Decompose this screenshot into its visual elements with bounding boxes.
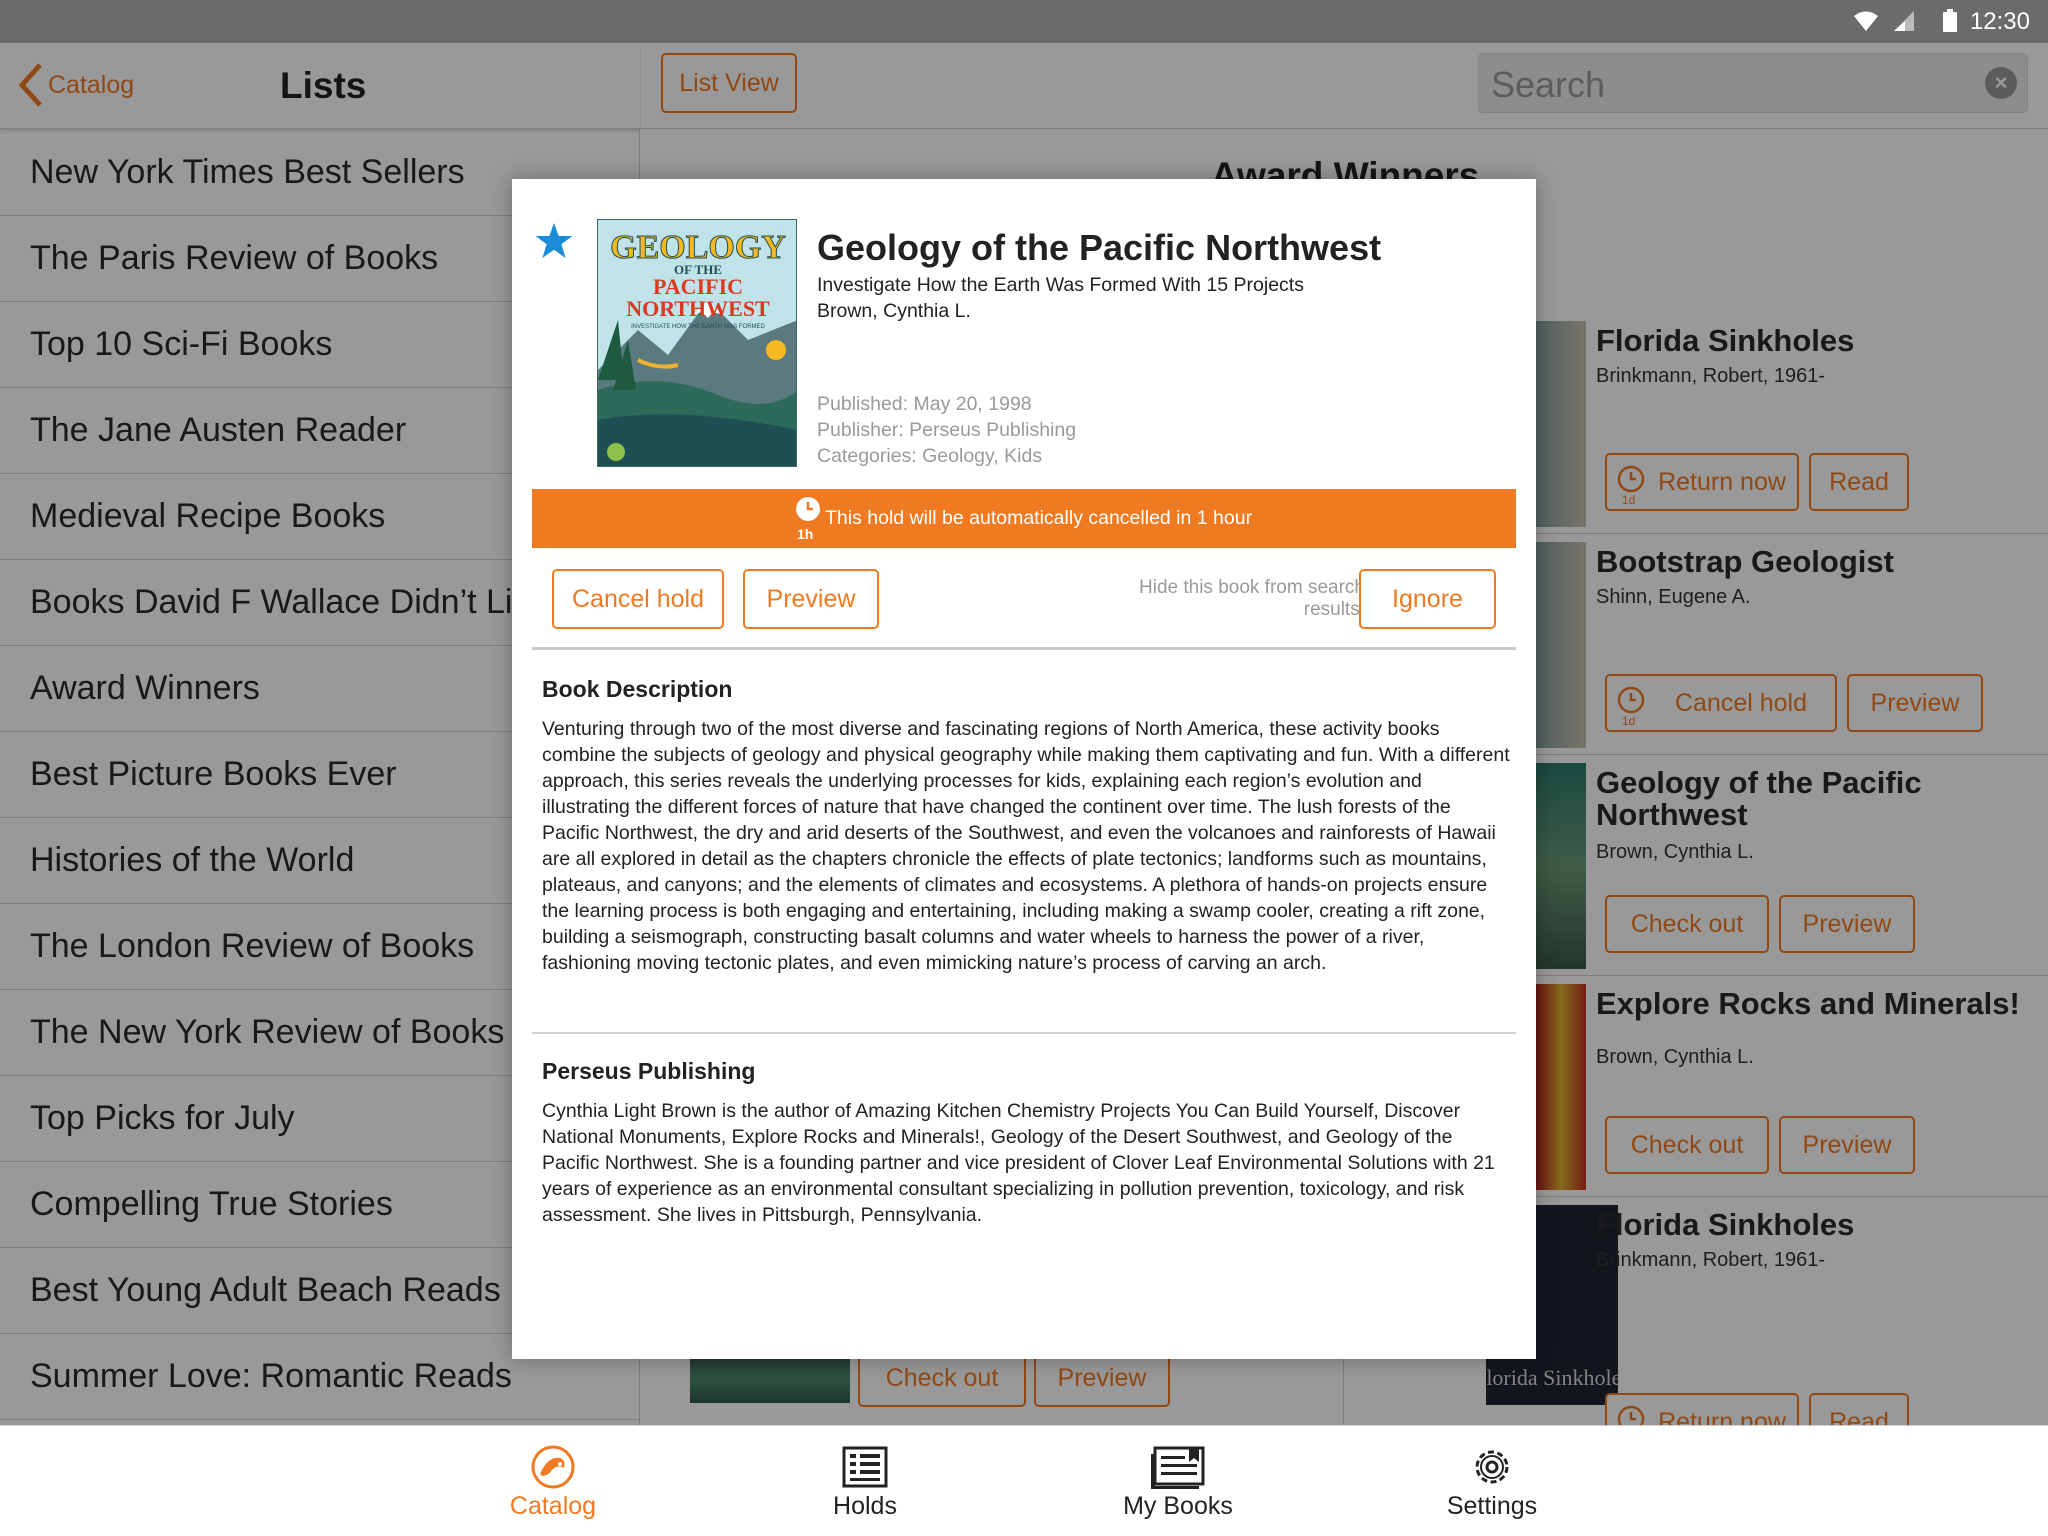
- nav-settings[interactable]: Settings: [1392, 1426, 1592, 1536]
- nav-label: Catalog: [509, 1492, 597, 1520]
- categories-info: Categories: Geology, Kids: [817, 445, 1043, 467]
- book-description: Venturing through two of the most divers…: [542, 718, 1510, 974]
- book-subtitle: Investigate How the Earth Was Formed Wit…: [817, 274, 1304, 296]
- divider: [532, 647, 1516, 650]
- book-cover: GEOLOGY OF THE PACIFIC NORTHWEST INVESTI…: [597, 219, 797, 467]
- book-detail-modal: GEOLOGY OF THE PACIFIC NORTHWEST INVESTI…: [512, 179, 1536, 1359]
- description-heading: Book Description: [542, 676, 733, 702]
- nav-label: Holds: [833, 1492, 897, 1520]
- publish-date: Published: May 20, 1998: [817, 393, 1032, 415]
- publisher-info: Publisher: Perseus Publishing: [817, 419, 1077, 441]
- publisher-description: Cynthia Light Brown is the author of Ama…: [542, 1100, 1495, 1226]
- hold-banner-text: This hold will be automatically cancelle…: [825, 507, 1253, 529]
- svg-text:NORTHWEST: NORTHWEST: [626, 296, 770, 321]
- nav-catalog[interactable]: Catalog: [453, 1426, 653, 1536]
- battery-icon: [1943, 9, 1957, 32]
- signal-icon: [1894, 11, 1914, 31]
- holds-icon: [842, 1446, 888, 1488]
- cover-illustration: GEOLOGY OF THE PACIFIC NORTHWEST INVESTI…: [598, 220, 796, 466]
- wifi-icon: [1854, 11, 1878, 31]
- book-author: Brown, Cynthia L.: [817, 300, 971, 322]
- nav-my-books[interactable]: My Books: [1078, 1426, 1278, 1536]
- divider: [532, 1032, 1516, 1034]
- my-books-icon: [1151, 1446, 1205, 1489]
- ignore-button[interactable]: Ignore: [1359, 569, 1496, 629]
- preview-button[interactable]: Preview: [743, 569, 879, 629]
- clock-icon: [796, 497, 820, 521]
- publisher-heading: Perseus Publishing: [542, 1058, 756, 1084]
- nav-label: My Books: [1123, 1492, 1233, 1520]
- star-icon[interactable]: [534, 221, 574, 261]
- nav-label: Settings: [1446, 1492, 1538, 1520]
- bottom-nav: Catalog Holds My Books Settings: [0, 1425, 2048, 1536]
- svg-text:INVESTIGATE HOW THE EARTH WAS: INVESTIGATE HOW THE EARTH WAS FORMED: [631, 324, 765, 330]
- hide-book-label: Hide this book from search results:: [1139, 577, 1365, 620]
- svg-text:GEOLOGY: GEOLOGY: [610, 229, 786, 266]
- clock: 12:30: [1969, 8, 2030, 35]
- status-bar: 12:30: [0, 0, 2048, 43]
- cancel-hold-button[interactable]: Cancel hold: [552, 569, 724, 629]
- book-title: Geology of the Pacific Northwest: [817, 227, 1382, 268]
- catalog-icon: [531, 1445, 575, 1489]
- gear-icon: [1475, 1450, 1509, 1484]
- hold-expiry-banner: 1h This hold will be automatically cance…: [532, 489, 1516, 548]
- nav-holds[interactable]: Holds: [765, 1426, 965, 1536]
- hold-badge: 1h: [797, 526, 814, 542]
